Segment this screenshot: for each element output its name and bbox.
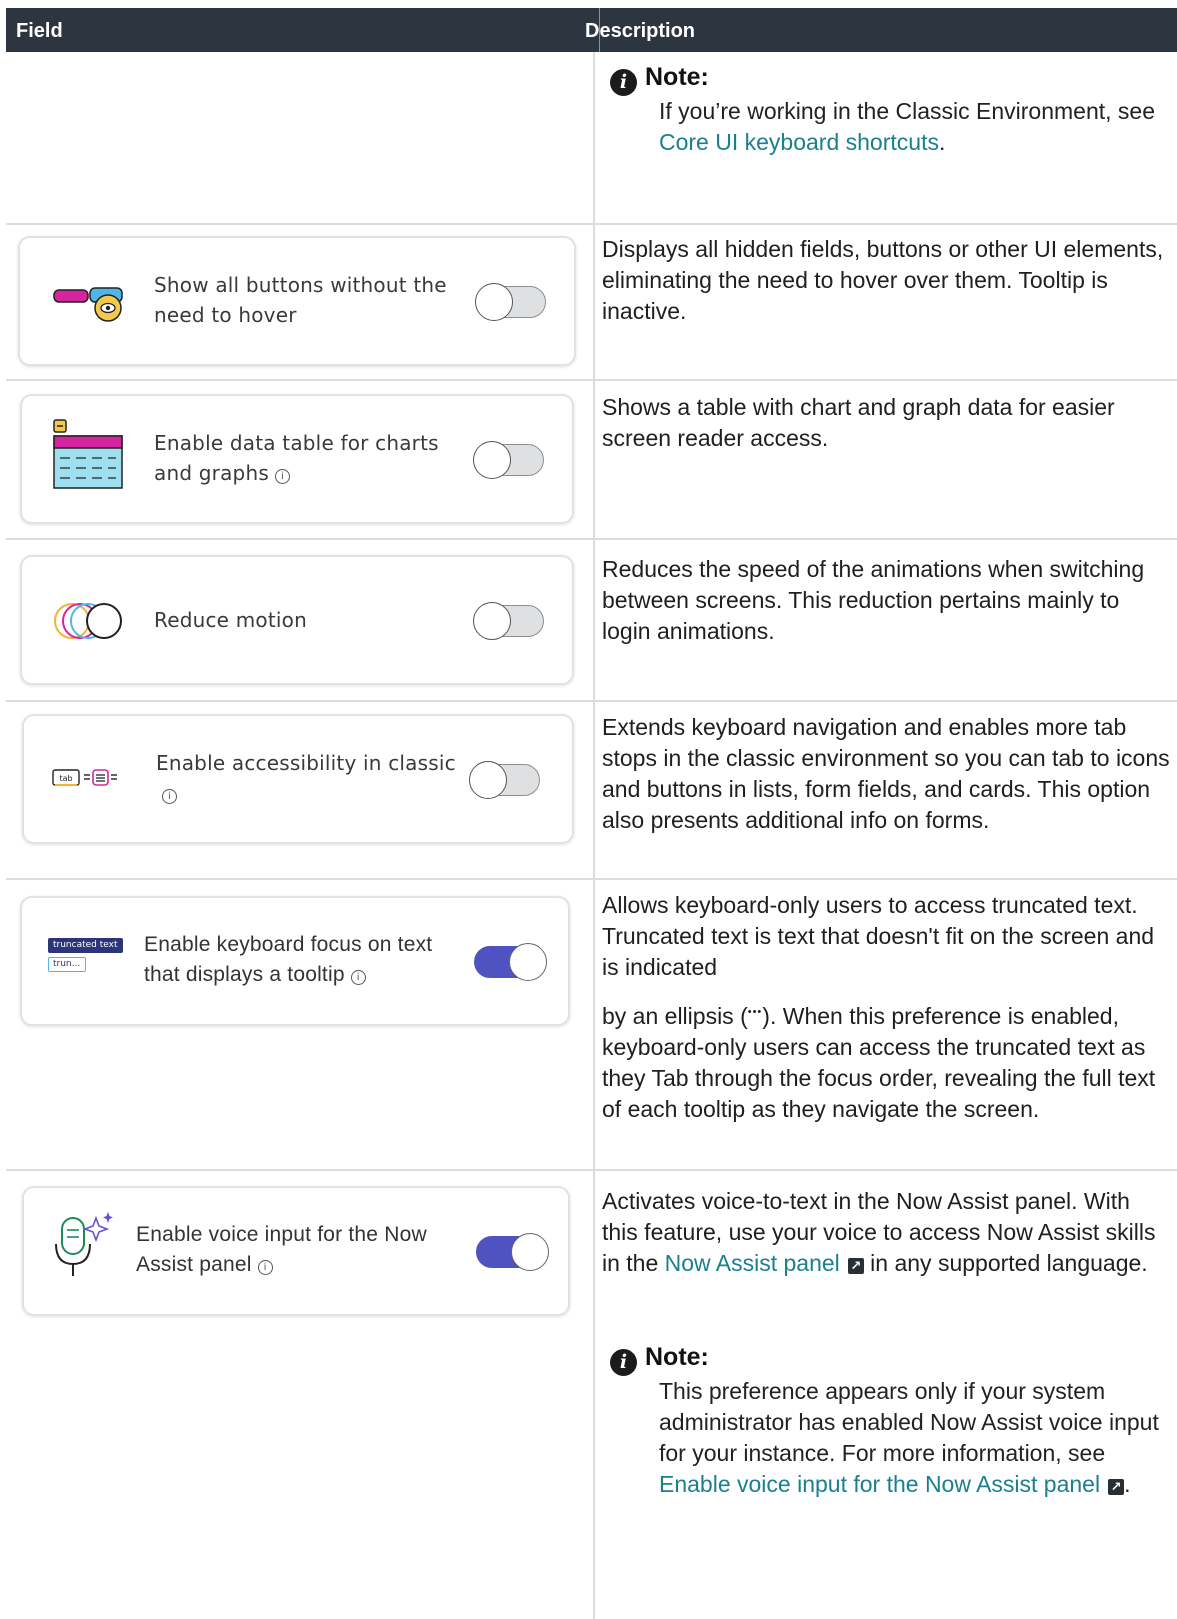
info-circle-icon: i — [162, 789, 177, 804]
microphone-sparkle-icon — [55, 1212, 113, 1276]
reduce-motion-toggle[interactable] — [473, 602, 544, 640]
external-link-icon[interactable]: ↗ — [1108, 1479, 1125, 1495]
table-header: Field Description — [6, 8, 1177, 52]
keyboard-focus-toggle[interactable] — [474, 943, 547, 981]
field-column-header: Field — [16, 20, 63, 42]
show-buttons-toggle[interactable] — [475, 283, 546, 321]
description-reduce-motion: Reduces the speed of the animations when… — [602, 556, 1145, 644]
data-table-icon — [53, 419, 123, 489]
accessibility-classic-toggle[interactable] — [469, 761, 540, 799]
info-circle-icon: i — [274, 469, 290, 484]
card-label: Enable keyboard focus on text that displ… — [144, 933, 433, 986]
info-icon: i — [610, 69, 637, 96]
intro-note: i Note: If you’re working in the Classic … — [610, 62, 1170, 158]
card-label: Show all buttons without the need to hov… — [154, 273, 447, 327]
tab-list-icon: tab — [52, 769, 117, 786]
core-ui-shortcuts-link[interactable]: Core UI keyboard shortcuts — [659, 129, 939, 155]
preference-card-data-table: Enable data table for charts and graphs i — [20, 394, 574, 524]
info-circle-icon: i — [350, 970, 366, 985]
card-label: Reduce motion — [154, 608, 307, 632]
card-label: Enable accessibility in classici — [156, 751, 456, 804]
voice-input-toggle[interactable] — [476, 1233, 549, 1271]
note-title: Note: — [645, 63, 709, 91]
truncated-text-icon: truncated text trun... — [48, 934, 123, 972]
ellipsis-icon: ••• — [747, 1006, 763, 1018]
field-description-table: Field Description i Note: If you’re worki… — [0, 0, 1177, 1619]
description-voice-input: Activates voice-to-text in the Now Assis… — [602, 1188, 1156, 1276]
description-keyboard-focus: Allows keyboard-only users to access tru… — [602, 892, 1156, 1122]
svg-text:tab: tab — [59, 774, 72, 783]
card-label: Enable data table for charts and graphs i — [154, 431, 439, 485]
enable-voice-input-link[interactable]: Enable voice input for the Now Assist pa… — [659, 1471, 1100, 1497]
info-icon: i — [610, 1349, 637, 1376]
description-data-table: Shows a table with chart and graph data … — [602, 394, 1115, 451]
preference-card-reduce-motion: Reduce motion — [20, 555, 574, 685]
card-label: Enable voice input for the Now Assist pa… — [136, 1223, 427, 1276]
preference-card-voice-input: Enable voice input for the Now Assist pa… — [22, 1186, 570, 1316]
preference-card-show-buttons: Show all buttons without the need to hov… — [18, 236, 576, 366]
overlapping-circles-icon — [54, 603, 122, 639]
voice-note: i Note: This preference appears only if y… — [610, 1342, 1170, 1500]
hover-buttons-icon — [53, 287, 123, 322]
info-circle-icon: i — [257, 1260, 273, 1275]
data-table-toggle[interactable] — [473, 441, 544, 479]
external-link-icon[interactable]: ↗ — [847, 1258, 864, 1274]
now-assist-panel-link[interactable]: Now Assist panel — [665, 1250, 840, 1276]
preference-card-keyboard-focus: truncated text trun... Enable keyboard f… — [20, 896, 570, 1026]
preference-card-accessibility-classic: tab Enable accessibility in classici — [22, 714, 574, 844]
description-column-header: Description — [585, 20, 696, 42]
description-accessibility-classic: Extends keyboard navigation and enables … — [602, 714, 1170, 833]
description-show-buttons: Displays all hidden fields, buttons or o… — [602, 236, 1164, 324]
note-title: Note: — [645, 1343, 709, 1371]
